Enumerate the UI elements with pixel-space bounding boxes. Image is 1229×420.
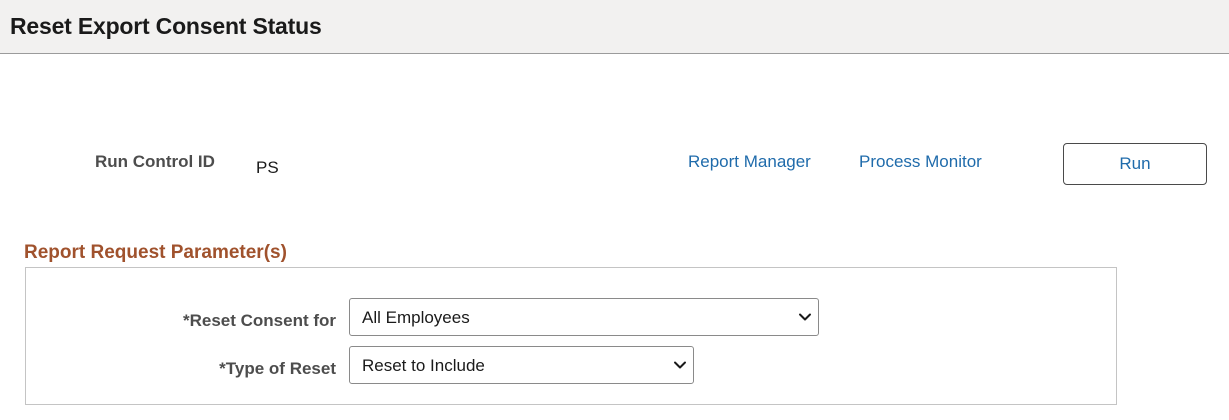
reset-consent-for-label: *Reset Consent for bbox=[182, 311, 336, 330]
report-manager-link[interactable]: Report Manager bbox=[688, 152, 811, 172]
page-header: Reset Export Consent Status bbox=[0, 0, 1229, 54]
type-of-reset-select[interactable]: Reset to Include bbox=[349, 346, 694, 384]
reset-consent-for-value: All Employees bbox=[362, 308, 470, 327]
parameters-group-box bbox=[25, 267, 1117, 405]
type-of-reset-label: *Type of Reset bbox=[219, 359, 336, 378]
chevron-down-icon bbox=[799, 313, 811, 321]
type-of-reset-value: Reset to Include bbox=[362, 356, 485, 375]
process-monitor-link[interactable]: Process Monitor bbox=[859, 152, 982, 172]
run-control-id-label: Run Control ID bbox=[95, 152, 215, 171]
page-title: Reset Export Consent Status bbox=[10, 13, 322, 39]
run-control-id-value: PS bbox=[256, 158, 279, 177]
run-button[interactable]: Run bbox=[1063, 143, 1207, 185]
chevron-down-icon bbox=[674, 361, 686, 369]
page: Reset Export Consent Status Run Control … bbox=[0, 0, 1229, 420]
report-request-parameters-heading: Report Request Parameter(s) bbox=[24, 242, 287, 263]
reset-consent-for-select[interactable]: All Employees bbox=[349, 298, 819, 336]
